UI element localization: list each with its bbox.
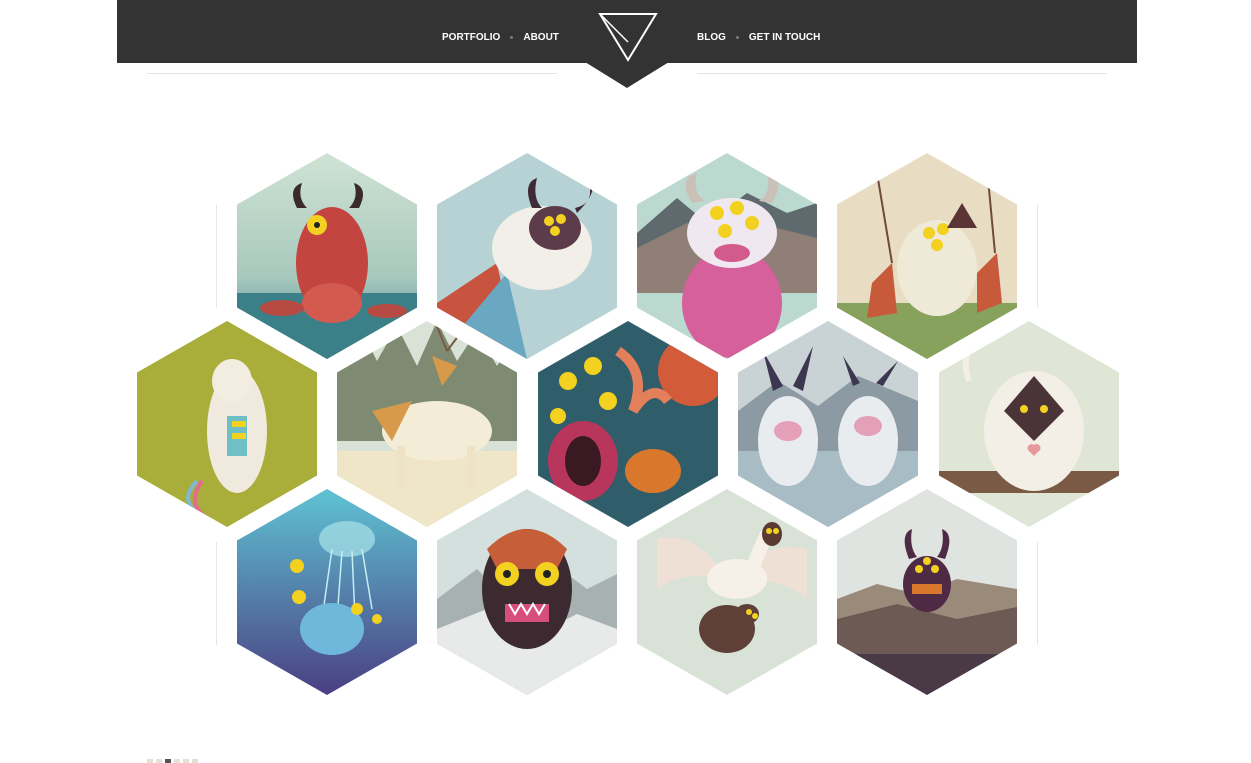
gallery-item-flying-sheep-monster[interactable] — [437, 153, 617, 359]
pagination-dot[interactable] — [192, 759, 198, 763]
pagination-dot[interactable] — [174, 759, 180, 763]
header-rule-right — [697, 73, 1107, 74]
nav-link-get-in-touch[interactable]: GET IN TOUCH — [749, 32, 820, 43]
gallery-item-goose-carrying-sheep[interactable] — [637, 489, 817, 695]
lake-creature-artwork — [837, 489, 1017, 695]
frame-line — [1037, 205, 1038, 308]
horned-yetis-artwork — [738, 321, 918, 527]
pagination-dot[interactable] — [183, 759, 189, 763]
gallery-item-red-horned-monster[interactable] — [237, 153, 417, 359]
octopus-monster-artwork — [538, 321, 718, 527]
gallery-item-octopus-eyes-monster[interactable] — [538, 321, 718, 527]
gallery-item-tiki-mask-monster[interactable] — [437, 489, 617, 695]
gallery-item-two-horned-yetis[interactable] — [738, 321, 918, 527]
goose-sheep-artwork — [637, 489, 817, 695]
pink-cow-artwork — [637, 153, 817, 359]
gallery-item-pink-cow-monster[interactable] — [637, 153, 817, 359]
sheep-monster-artwork — [437, 153, 617, 359]
triangle-logo-icon — [598, 13, 658, 62]
nav-link-blog[interactable]: BLOG — [697, 32, 726, 43]
white-deer-artwork — [337, 321, 517, 527]
gallery-item-white-ape-masked[interactable] — [939, 321, 1119, 527]
pagination-dots — [147, 759, 198, 763]
gallery-item-lying-unicorn-creature[interactable] — [137, 321, 317, 527]
header-rule-left — [147, 73, 557, 74]
nav-left: PORTFOLIO ABOUT — [442, 30, 559, 44]
gallery-item-white-deer-creatures[interactable] — [337, 321, 517, 527]
header-notch — [585, 62, 669, 88]
pagination-dot[interactable] — [156, 759, 162, 763]
tiki-monster-artwork — [437, 489, 617, 695]
frame-line — [1037, 542, 1038, 645]
logo-link[interactable] — [597, 11, 659, 63]
jellyfish-artwork — [237, 489, 417, 695]
swing-yeti-artwork — [837, 153, 1017, 359]
pagination-dot-active[interactable] — [165, 759, 171, 763]
pagination-dot[interactable] — [147, 759, 153, 763]
frame-line — [216, 542, 217, 645]
nav-link-about[interactable]: ABOUT — [523, 32, 559, 43]
frame-line — [216, 205, 217, 308]
nav-separator-dot — [510, 35, 514, 39]
red-monster-artwork — [237, 153, 417, 359]
unicorn-creature-artwork — [137, 321, 317, 527]
page: PORTFOLIO ABOUT BLOG GET IN TOUCH — [0, 0, 1251, 763]
nav-link-portfolio[interactable]: PORTFOLIO — [442, 32, 500, 43]
nav-separator-dot — [735, 35, 739, 39]
nav-right: BLOG GET IN TOUCH — [697, 30, 820, 44]
white-ape-artwork — [939, 321, 1119, 527]
gallery-item-horned-creature-lake[interactable] — [837, 489, 1017, 695]
gallery-item-swing-yeti-monster[interactable] — [837, 153, 1017, 359]
gallery-item-jellyfish-underwater[interactable] — [237, 489, 417, 695]
